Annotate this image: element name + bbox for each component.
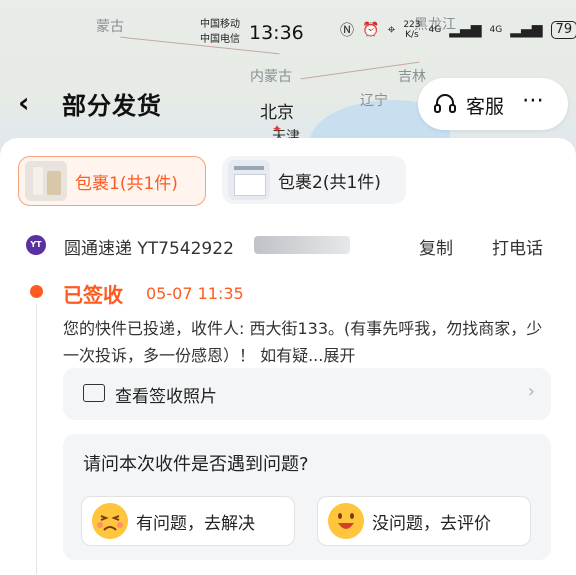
- network-speed: 223 K/s: [403, 20, 421, 40]
- no-problem-button[interactable]: 没问题，去评价: [317, 496, 531, 546]
- signal-icon: ▂▄▆: [449, 22, 482, 38]
- image-icon: [83, 384, 105, 402]
- map-pin-icon: ✦: [272, 122, 283, 136]
- call-button[interactable]: 打电话: [492, 234, 543, 259]
- back-button[interactable]: ‹: [18, 86, 30, 119]
- map-label-liaoning: 辽宁: [360, 93, 388, 109]
- happy-face-icon: [328, 503, 364, 539]
- tab-package-1[interactable]: 包裹1(共1件): [18, 156, 206, 206]
- location-icon: ⌖: [387, 22, 396, 38]
- service-button[interactable]: 客服: [466, 92, 504, 119]
- feedback-question: 请问本次收件是否遇到问题?: [83, 454, 309, 475]
- upset-face-icon: [92, 503, 128, 539]
- package-1-label: 包裹1(共1件): [75, 173, 178, 194]
- network-4g-1: 4G: [428, 25, 442, 35]
- status-bar: 中国移动 中国电信 13:36 Ⓝ ⏰ ⌖ 223 K/s 4G ▂▄▆ 4G …: [0, 0, 576, 60]
- copy-button[interactable]: 复制: [419, 234, 453, 259]
- signal-icon-2: ▂▄▆: [510, 22, 543, 38]
- carrier-info: 中国移动 中国电信: [200, 17, 240, 47]
- has-problem-label: 有问题，去解决: [136, 514, 255, 534]
- carrier-2: 中国电信: [200, 34, 240, 45]
- carrier-1: 中国移动: [200, 19, 240, 30]
- package-2-label: 包裹2(共1件): [278, 172, 381, 193]
- battery-indicator: 79: [550, 21, 576, 39]
- headset-icon[interactable]: [432, 91, 458, 117]
- courier-tracking-number: 圆通速递 YT7542922: [64, 239, 234, 259]
- more-icon[interactable]: ⋯: [522, 88, 545, 113]
- map-label-inner-mongolia: 内蒙古: [250, 69, 292, 85]
- has-problem-button[interactable]: 有问题，去解决: [81, 496, 295, 546]
- view-receipt-photo-label: 查看签收照片: [115, 387, 217, 407]
- alarm-icon: ⏰: [362, 22, 380, 38]
- service-pill: 客服 ⋯: [418, 78, 568, 130]
- chevron-right-icon: ›: [527, 381, 535, 402]
- package-2-thumbnail: [228, 160, 270, 200]
- timeline-line: [36, 304, 37, 574]
- courier-row: YT 圆通速递 YT7542922 复制 打电话: [26, 233, 556, 259]
- page-title: 部分发货: [62, 92, 162, 120]
- no-problem-label: 没问题，去评价: [372, 514, 491, 534]
- network-4g-2: 4G: [489, 25, 503, 35]
- courier-logo: YT: [26, 235, 46, 255]
- feedback-panel: 请问本次收件是否遇到问题? 有问题，去解决 没问题，去评价: [63, 434, 551, 560]
- delivery-time: 05-07 11:35: [146, 284, 244, 303]
- view-receipt-photo-button[interactable]: 查看签收照片 ›: [63, 368, 551, 420]
- status-time: 13:36: [249, 22, 304, 44]
- logistics-card: 包裹1(共1件) 包裹2(共1件) YT 圆通速递 YT7542922 复制 打…: [0, 138, 576, 575]
- delivery-description[interactable]: 您的快件已投递，收件人: 西大街133。(有事先呼我，勿找商家，少一次投诉，多一…: [63, 315, 553, 369]
- map-label-beijing: 北京: [260, 103, 294, 123]
- map-label-jilin: 吉林: [398, 69, 426, 85]
- tracking-number-mask: [254, 236, 350, 254]
- nfc-icon: Ⓝ: [340, 23, 354, 39]
- tab-package-2[interactable]: 包裹2(共1件): [222, 156, 406, 204]
- package-1-thumbnail: [25, 161, 67, 201]
- timeline-dot: [30, 285, 43, 298]
- delivery-status: 已签收: [63, 283, 123, 307]
- status-icons: Ⓝ ⏰ ⌖ 223 K/s 4G ▂▄▆ 4G ▂▄▆ 79 ❦: [340, 20, 576, 40]
